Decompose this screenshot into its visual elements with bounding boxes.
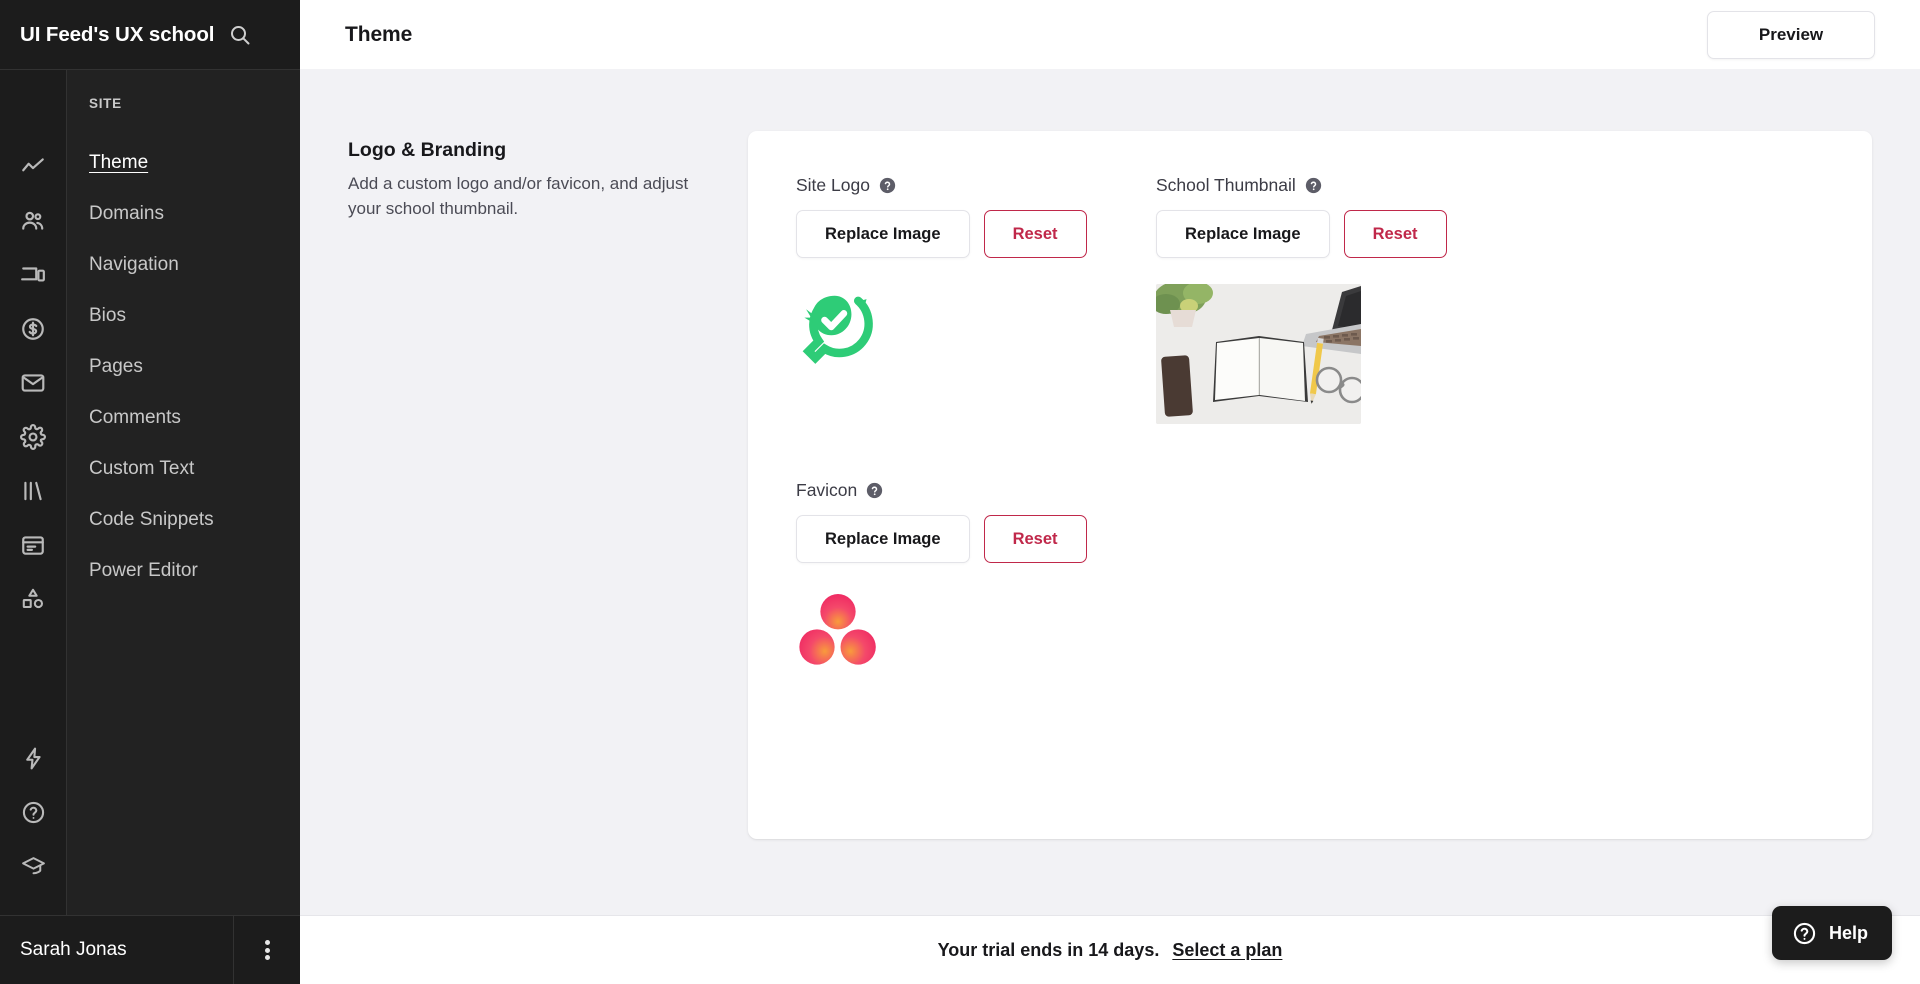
page-title: Theme — [345, 22, 413, 46]
site-logo-label-row: Site Logo — [796, 175, 1156, 196]
site-logo-reset-button[interactable]: Reset — [983, 210, 1087, 258]
kebab-dot — [264, 940, 270, 945]
school-thumbnail-reset-button[interactable]: Reset — [1343, 210, 1447, 258]
sidebar-item-power-editor[interactable]: Power Editor — [67, 545, 300, 596]
sidebar-icon-rail — [0, 69, 67, 915]
site-logo-label: Site Logo — [796, 175, 870, 195]
topbar: Theme Preview — [300, 0, 1920, 69]
sidebar-item-domains[interactable]: Domains — [67, 188, 300, 239]
mail-icon[interactable] — [11, 356, 55, 410]
graduation-cap-icon[interactable] — [11, 839, 55, 893]
help-circle-icon[interactable] — [11, 785, 55, 839]
green-leaf-check-logo — [802, 295, 873, 364]
favicon-replace-image-button[interactable]: Replace Image — [796, 515, 970, 563]
sidebar-body: SITE Theme Domains Navigation Bios Pages… — [0, 69, 300, 915]
trial-bar: Your trial ends in 14 days. Select a pla… — [300, 915, 1920, 984]
calendar-icon[interactable] — [11, 518, 55, 572]
favicon-label-row: Favicon — [796, 480, 1156, 501]
favicon-reset-button[interactable]: Reset — [983, 515, 1087, 563]
section-description: Add a custom logo and/or favicon, and ad… — [348, 174, 689, 219]
favicon-buttons: Replace Image Reset — [796, 515, 1156, 563]
field-grid: Site Logo Replace Image Reset School Thu… — [796, 175, 1826, 678]
content-scroll: Logo & Branding Add a custom logo and/or… — [300, 69, 1920, 915]
kebab-dot — [264, 947, 270, 953]
app-root: UI Feed's UX school SITE Theme Domains N… — [0, 0, 1920, 984]
help-button[interactable]: Help — [1771, 906, 1892, 960]
sidebar-item-pages[interactable]: Pages — [67, 341, 300, 392]
brand-title: UI Feed's UX school — [20, 22, 215, 46]
sidebar-footer: Sarah Jonas — [0, 915, 300, 984]
school-thumbnail-label-row: School Thumbnail — [1156, 175, 1516, 196]
lightning-icon[interactable] — [11, 731, 55, 785]
sidebar-item-bios[interactable]: Bios — [67, 290, 300, 341]
sidebar-item-theme[interactable]: Theme — [67, 137, 300, 188]
school-thumbnail-buttons: Replace Image Reset — [1156, 210, 1516, 258]
favicon-field: Favicon Replace Image Reset — [796, 480, 1156, 678]
trial-message: Your trial ends in 14 days. — [937, 939, 1160, 960]
school-thumbnail-replace-image-button[interactable]: Replace Image — [1156, 210, 1330, 258]
school-thumbnail-label: School Thumbnail — [1156, 175, 1296, 195]
sidebar-item-comments[interactable]: Comments — [67, 392, 300, 443]
devices-icon[interactable] — [11, 248, 55, 302]
help-circle-icon[interactable] — [879, 177, 896, 194]
favicon-preview — [796, 589, 1156, 678]
nav-section-label: SITE — [89, 96, 122, 111]
sidebar-nav-panel: SITE Theme Domains Navigation Bios Pages… — [67, 69, 300, 915]
site-logo-buttons: Replace Image Reset — [796, 210, 1156, 258]
site-logo-preview — [796, 284, 1156, 373]
logo-branding-card: Site Logo Replace Image Reset School Thu… — [748, 131, 1872, 839]
section-header: Logo & Branding Add a custom logo and/or… — [348, 131, 748, 839]
select-a-plan-link[interactable]: Select a plan — [1172, 940, 1282, 961]
people-icon[interactable] — [11, 194, 55, 248]
help-circle-icon — [1792, 921, 1817, 946]
three-gradient-circles-favicon — [799, 594, 876, 665]
gear-icon[interactable] — [11, 410, 55, 464]
main-area: Theme Preview Logo & Branding Add a cust… — [300, 0, 1920, 984]
kebab-dot — [264, 955, 270, 960]
section-title: Logo & Branding — [348, 139, 507, 161]
help-label: Help — [1828, 922, 1868, 943]
content-inner: Logo & Branding Add a custom logo and/or… — [300, 131, 1920, 839]
preview-button[interactable]: Preview — [1707, 10, 1875, 59]
user-name[interactable]: Sarah Jonas — [0, 939, 233, 961]
sidebar-item-custom-text[interactable]: Custom Text — [67, 443, 300, 494]
sidebar: UI Feed's UX school SITE Theme Domains N… — [0, 0, 300, 984]
sidebar-rail-bottom — [11, 731, 55, 915]
help-circle-icon[interactable] — [1305, 177, 1322, 194]
school-thumbnail-preview — [1156, 284, 1516, 424]
site-logo-field: Site Logo Replace Image Reset — [796, 175, 1156, 424]
favicon-label: Favicon — [796, 480, 858, 500]
sidebar-item-navigation[interactable]: Navigation — [67, 239, 300, 290]
analytics-icon[interactable] — [11, 140, 55, 194]
search-icon[interactable] — [228, 23, 252, 47]
sidebar-item-code-snippets[interactable]: Code Snippets — [67, 494, 300, 545]
books-icon[interactable] — [11, 464, 55, 518]
shapes-icon[interactable] — [11, 572, 55, 626]
sidebar-brand-row: UI Feed's UX school — [0, 0, 300, 69]
school-thumbnail-field: School Thumbnail Replace Image Reset — [1156, 175, 1516, 424]
help-circle-icon[interactable] — [866, 482, 883, 499]
dollar-circle-icon[interactable] — [11, 302, 55, 356]
desk-notebook-photo — [1156, 284, 1361, 424]
site-logo-replace-image-button[interactable]: Replace Image — [796, 210, 970, 258]
more-vertical-icon[interactable] — [233, 915, 300, 984]
